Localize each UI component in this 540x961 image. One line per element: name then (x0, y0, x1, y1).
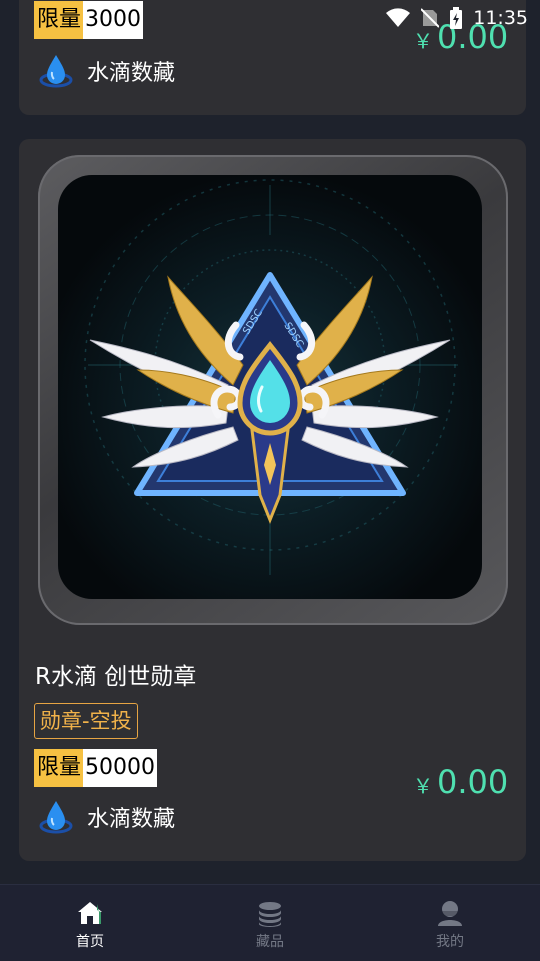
limit-label: 限量 (34, 749, 84, 787)
artwork-frame: SDSC SDSC (38, 155, 508, 625)
status-bar: 11:35 (385, 0, 540, 36)
price: ￥ 0.00 (413, 763, 508, 801)
currency-symbol: ￥ (413, 774, 433, 798)
water-drop-logo-icon (39, 55, 73, 88)
collectible-title: R水滴 创世勋章 (35, 664, 197, 690)
brand: 水滴数藏 (35, 796, 175, 838)
wifi-icon (386, 8, 411, 27)
coins-icon (259, 902, 281, 927)
water-drop-logo-icon (39, 801, 73, 834)
tab-label: 藏品 (256, 934, 284, 950)
tab-home[interactable]: 首页 (30, 885, 150, 961)
status-time: 11:35 (473, 7, 528, 29)
limit-value: 50000 (83, 749, 158, 787)
bottom-tab-bar: 首页 藏品 我的 (0, 884, 540, 961)
user-icon (438, 901, 462, 926)
no-sim-icon (421, 8, 440, 28)
collectible-card[interactable]: SDSC SDSC R水滴 创世勋章 勋章-空投 限量 50000 水滴数藏 ￥… (19, 139, 526, 861)
tab-mine[interactable]: 我的 (390, 885, 510, 961)
tab-label: 我的 (436, 934, 464, 950)
limit-label: 限量 (34, 1, 84, 39)
brand: 水滴数藏 (35, 50, 175, 92)
limit-tag: 限量 50000 (34, 749, 158, 787)
tab-collection[interactable]: 藏品 (210, 885, 330, 961)
battery-charging-icon (450, 7, 463, 29)
category-badge: 勋章-空投 (34, 703, 138, 739)
artwork-image[interactable]: SDSC SDSC (58, 175, 482, 599)
tab-label: 首页 (76, 934, 104, 950)
home-icon (78, 902, 102, 924)
brand-name: 水滴数藏 (87, 807, 176, 832)
brand-name: 水滴数藏 (87, 61, 176, 86)
limit-tag: 限量 3000 (34, 1, 144, 39)
price-amount: 0.00 (437, 763, 509, 801)
limit-value: 3000 (83, 1, 144, 39)
medal-artwork: SDSC SDSC (84, 179, 458, 575)
